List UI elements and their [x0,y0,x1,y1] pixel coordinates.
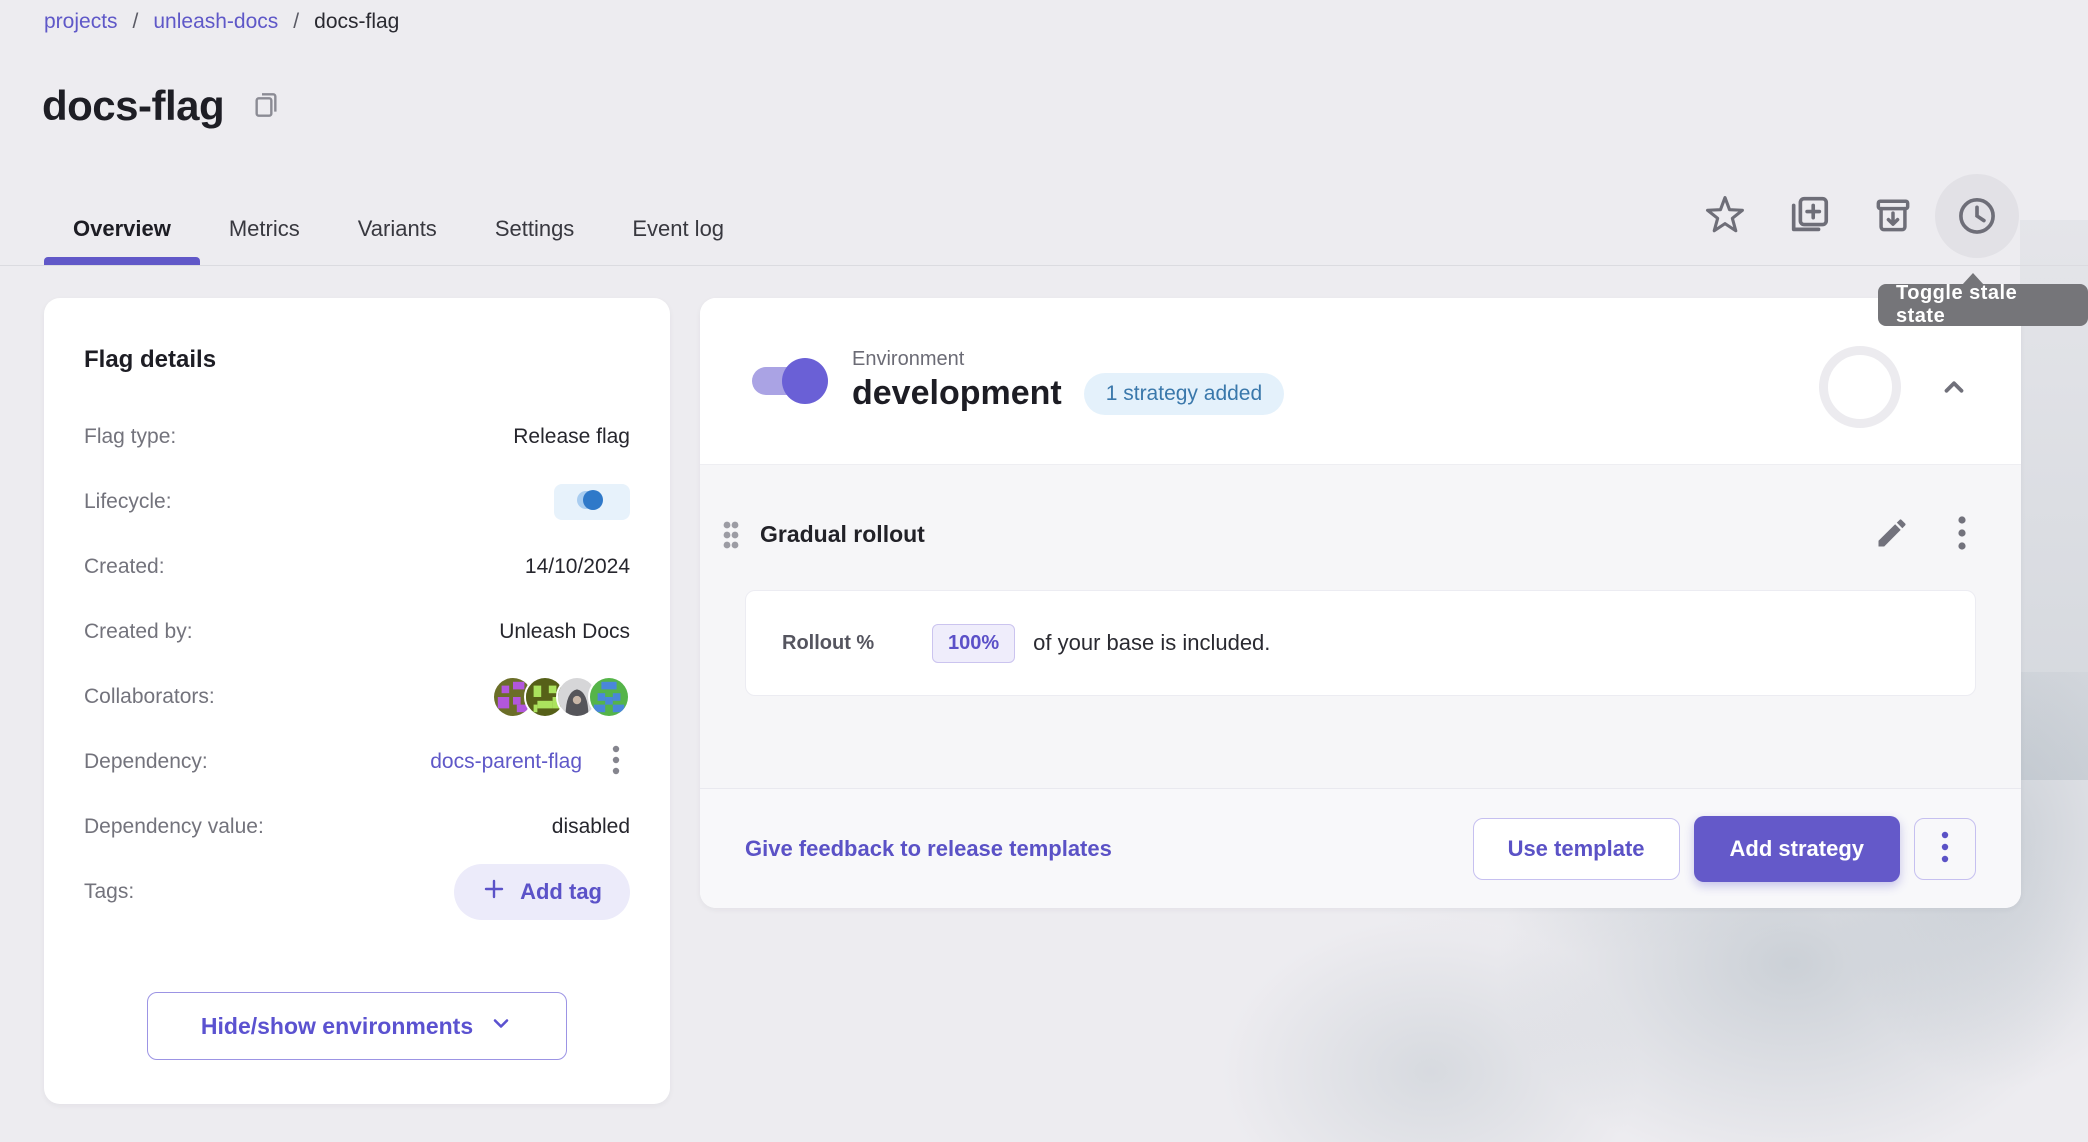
flag-type-label: Flag type: [84,425,176,449]
dependency-label: Dependency: [84,750,208,774]
tab-event-log[interactable]: Event log [603,192,753,266]
rollout-summary: Rollout % 100% of your base is included. [745,590,1976,696]
archive-button[interactable] [1851,174,1935,258]
flag-toolbar [1683,174,2019,258]
tags-row: Tags: Add tag [84,859,630,924]
toggle-knob [782,358,828,404]
drag-handle-icon[interactable] [712,511,750,559]
tab-metrics[interactable]: Metrics [200,192,329,266]
metrics-ring [1819,346,1901,428]
environment-card: Environment development 1 strategy added [700,298,2021,908]
environment-menu-button[interactable] [1914,818,1976,880]
lifecycle-label: Lifecycle: [84,490,172,514]
created-value: 14/10/2024 [525,555,630,579]
breadcrumb-separator: / [133,10,139,34]
chevron-up-icon [1939,390,1969,405]
copy-flag-button[interactable] [1767,174,1851,258]
kebab-menu-icon [1952,513,1972,556]
strategy-section: Gradual rollout [700,464,2021,788]
star-icon [1703,193,1747,240]
plus-icon [482,877,506,907]
tab-settings[interactable]: Settings [466,192,604,266]
clock-icon [1954,192,2000,241]
edit-pencil-icon [1874,515,1910,554]
lifecycle-live-icon [574,487,610,516]
environment-header: Environment development 1 strategy added [700,298,2021,464]
copy-add-icon [1786,192,1832,241]
collapse-environment-button[interactable] [1935,368,1973,409]
flag-details-card: Flag details Flag type: Release flag Lif… [44,298,670,1104]
environment-name: development [852,374,1062,413]
environment-label: Environment [852,348,1284,371]
rollout-description: of your base is included. [1033,630,1270,656]
tab-overview[interactable]: Overview [44,192,200,266]
breadcrumb-separator: / [293,10,299,34]
use-template-button[interactable]: Use template [1473,818,1680,880]
dependency-link[interactable]: docs-parent-flag [430,750,582,774]
dependency-value: disabled [552,815,630,839]
tooltip-text: Toggle stale state [1896,282,2070,328]
flag-type-value: Release flag [513,425,630,449]
lifecycle-stage-badge[interactable] [554,484,630,520]
collaborators-row: Collaborators: [84,664,630,729]
archive-icon [1871,193,1915,240]
breadcrumb-projects[interactable]: projects [44,10,118,34]
edit-strategy-button[interactable] [1870,511,1914,558]
dependency-value-label: Dependency value: [84,815,264,839]
dependency-row: Dependency: docs-parent-flag [84,729,630,794]
created-row: Created: 14/10/2024 [84,534,630,599]
stale-toggle-button[interactable] [1935,174,2019,258]
add-tag-button[interactable]: Add tag [454,864,630,920]
copy-name-button[interactable] [246,85,286,128]
flag-tabs: Overview Metrics Variants Settings Event… [44,192,753,266]
rollout-percentage-chip: 100% [932,624,1015,663]
strategy-count-badge: 1 strategy added [1084,373,1284,415]
tab-variants[interactable]: Variants [329,192,466,266]
strategy-header: Gradual rollout [712,509,1976,560]
environment-toggle[interactable] [752,367,824,395]
tags-label: Tags: [84,880,134,904]
page-title: docs-flag [42,82,224,130]
release-templates-feedback-link[interactable]: Give feedback to release templates [745,836,1473,862]
flag-details-heading: Flag details [84,346,630,374]
created-by-label: Created by: [84,620,193,644]
kebab-menu-icon [606,743,626,780]
flag-type-row: Flag type: Release flag [84,404,630,469]
kebab-menu-icon [1936,829,1954,868]
add-tag-label: Add tag [520,879,602,905]
dependency-menu-button[interactable] [602,739,630,784]
created-by-row: Created by: Unleash Docs [84,599,630,664]
collaborator-avatars [492,676,630,718]
breadcrumb-project-name[interactable]: unleash-docs [153,10,278,34]
avatar [588,676,630,718]
strategy-menu-button[interactable] [1948,509,1976,560]
add-strategy-button[interactable]: Add strategy [1694,816,1900,882]
breadcrumb-current: docs-flag [314,10,399,34]
hide-show-environments-label: Hide/show environments [201,1013,473,1040]
strategy-name: Gradual rollout [760,521,925,548]
lifecycle-row: Lifecycle: [84,469,630,534]
created-label: Created: [84,555,165,579]
favorite-button[interactable] [1683,174,1767,258]
chevron-down-icon [489,1011,513,1041]
tabs-divider [0,265,2088,266]
dependency-value-row: Dependency value: disabled [84,794,630,859]
rollout-label: Rollout % [782,632,932,655]
copy-icon [250,89,282,124]
hide-show-environments-button[interactable]: Hide/show environments [147,992,567,1060]
collaborators-label: Collaborators: [84,685,215,709]
created-by-value: Unleash Docs [499,620,630,644]
page-header: docs-flag [42,82,286,130]
tooltip: Toggle stale state [1878,284,2088,326]
breadcrumb: projects / unleash-docs / docs-flag [44,10,399,34]
environment-footer: Give feedback to release templates Use t… [700,788,2021,908]
